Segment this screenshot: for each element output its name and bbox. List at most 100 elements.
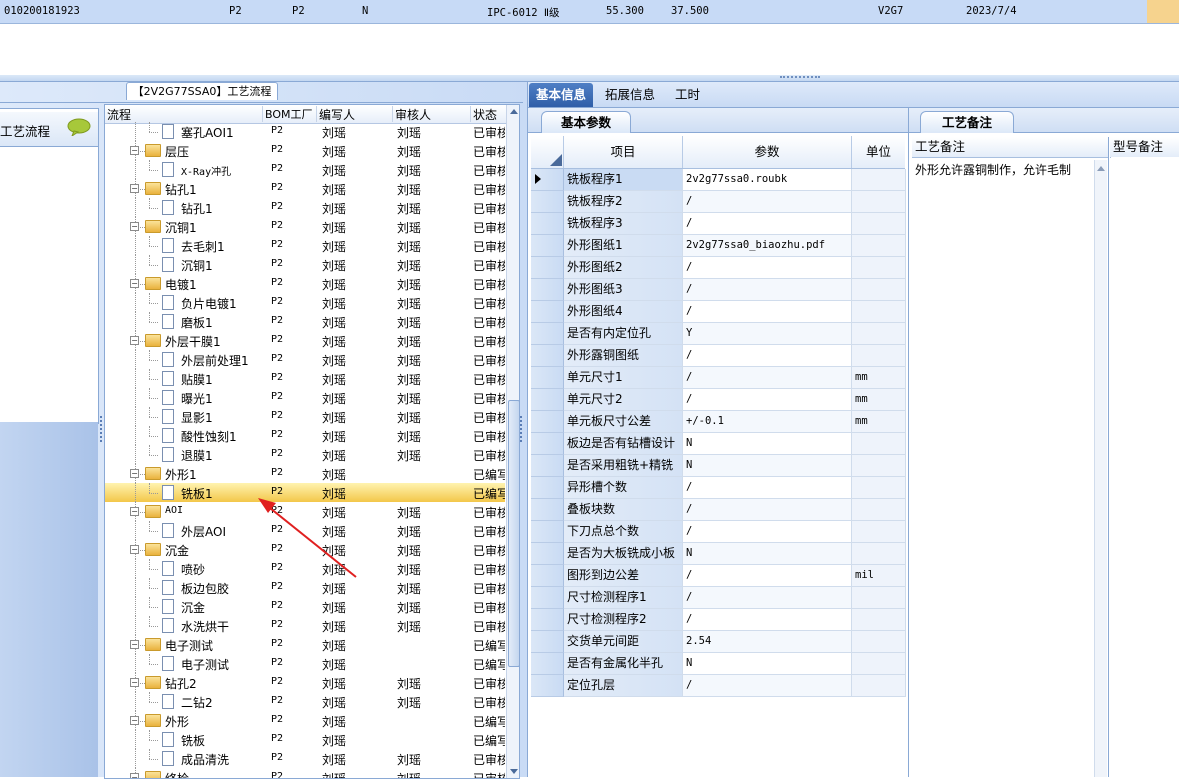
col-model-note-header[interactable]: 型号备注 [1110, 137, 1179, 158]
tree-row[interactable]: 板边包胶 P2 刘瑶 刘瑶 已审核 [105, 578, 505, 597]
param-row[interactable]: 是否有内定位孔 Y [531, 323, 906, 345]
col-item-header[interactable]: 项目 [564, 136, 683, 168]
param-cell-param[interactable]: N [683, 543, 852, 565]
col-param-header[interactable]: 参数 [683, 136, 852, 168]
param-cell-param[interactable]: 2.54 [683, 631, 852, 653]
row-indicator[interactable] [531, 169, 564, 191]
param-row[interactable]: 定位孔层 / [531, 675, 906, 697]
notes-scroll-up-icon[interactable] [1097, 166, 1105, 171]
param-row[interactable]: 异形槽个数 / [531, 477, 906, 499]
row-indicator[interactable] [531, 279, 564, 301]
tree-row[interactable]: X-Ray冲孔 P2 刘瑶 刘瑶 已审核 [105, 160, 505, 179]
param-row[interactable]: 铣板程序3/ [531, 213, 906, 235]
tree-row[interactable]: − 层压 P2 刘瑶 刘瑶 已审核 [105, 141, 505, 160]
param-row[interactable]: 是否有金属化半孔 N [531, 653, 906, 675]
row-indicator[interactable] [531, 235, 564, 257]
row-indicator[interactable] [531, 191, 564, 213]
param-row[interactable]: 单元尺寸2/mm [531, 389, 906, 411]
tab-basic-params[interactable]: 基本参数 [541, 111, 631, 133]
scroll-down-icon[interactable] [510, 769, 518, 774]
row-indicator[interactable] [531, 455, 564, 477]
param-cell-param[interactable]: / [683, 345, 852, 367]
col-bom-header[interactable]: BOM工厂 [263, 106, 317, 122]
row-indicator[interactable] [531, 433, 564, 455]
tree-row[interactable]: 铣板1 P2 刘瑶 已编写 [105, 483, 505, 502]
param-cell-param[interactable]: 2v2g77ssa0.roubk [683, 169, 852, 191]
scroll-up-icon[interactable] [510, 109, 518, 114]
tree-row[interactable]: 铣板 P2 刘瑶 已编写 [105, 730, 505, 749]
tree-row[interactable]: − 钻孔1 P2 刘瑶 刘瑶 已审核 [105, 179, 505, 198]
row-indicator[interactable] [531, 301, 564, 323]
collapse-toggle-icon[interactable]: − [130, 469, 139, 478]
param-cell-param[interactable]: / [683, 675, 852, 697]
param-cell-param[interactable]: / [683, 301, 852, 323]
col-reviewer-header[interactable]: 审核人 [393, 106, 471, 122]
param-row[interactable]: 单元板尺寸公差 +/-0.1 mm [531, 411, 906, 433]
param-row[interactable]: 尺寸检测程序1/ [531, 587, 906, 609]
tab-process-notes[interactable]: 工艺备注 [920, 111, 1014, 133]
tree-row[interactable]: − 沉铜1 P2 刘瑶 刘瑶 已审核 [105, 217, 505, 236]
collapse-toggle-icon[interactable]: − [130, 507, 139, 516]
row-indicator[interactable] [531, 521, 564, 543]
row-indicator[interactable] [531, 345, 564, 367]
param-row[interactable]: 是否为大板铣成小板 N [531, 543, 906, 565]
param-row[interactable]: 尺寸检测程序2/ [531, 609, 906, 631]
row-indicator[interactable] [531, 367, 564, 389]
param-row[interactable]: 外形图纸1 2v2g77ssa0_biaozhu.pdf [531, 235, 906, 257]
tree-row[interactable]: − 外层干膜1 P2 刘瑶 刘瑶 已审核 [105, 331, 505, 350]
tree-row[interactable]: 电子测试 P2 刘瑶 已编写 [105, 654, 505, 673]
tab-basic-info[interactable]: 基本信息 [529, 83, 594, 107]
speech-bubble-icon[interactable] [66, 118, 92, 136]
tree-row[interactable]: − 电子测试 P2 刘瑶 已编写 [105, 635, 505, 654]
param-cell-param[interactable]: / [683, 257, 852, 279]
param-row[interactable]: 下刀点总个数 / [531, 521, 906, 543]
nav-item-process-flow[interactable]: 工艺流程 [0, 121, 50, 140]
tab-work-hours[interactable]: 工时 [668, 83, 707, 107]
collapse-toggle-icon[interactable]: − [130, 146, 139, 155]
collapse-toggle-icon[interactable]: − [130, 336, 139, 345]
param-cell-param[interactable]: / [683, 521, 852, 543]
tree-row[interactable]: − 钻孔2 P2 刘瑶 刘瑶 已审核 [105, 673, 505, 692]
collapse-toggle-icon[interactable]: − [130, 222, 139, 231]
param-cell-param[interactable]: / [683, 191, 852, 213]
param-cell-param[interactable]: N [683, 433, 852, 455]
collapse-toggle-icon[interactable]: − [130, 773, 139, 778]
tree-row[interactable]: 显影1 P2 刘瑶 刘瑶 已审核 [105, 407, 505, 426]
col-unit-header[interactable]: 单位 [852, 136, 905, 168]
tab-extended-info[interactable]: 拓展信息 [598, 83, 662, 107]
param-row[interactable]: 单元尺寸1/mm [531, 367, 906, 389]
param-row[interactable]: 外形图纸4/ [531, 301, 906, 323]
tree-scrollbar[interactable] [506, 105, 519, 778]
collapse-toggle-icon[interactable]: − [130, 716, 139, 725]
row-indicator[interactable] [531, 411, 564, 433]
row-indicator[interactable] [531, 213, 564, 235]
param-cell-param[interactable]: / [683, 565, 852, 587]
tree-scroll-thumb[interactable] [508, 400, 519, 667]
row-indicator[interactable] [531, 257, 564, 279]
row-indicator[interactable] [531, 587, 564, 609]
tree-row[interactable]: 退膜1 P2 刘瑶 刘瑶 已审核 [105, 445, 505, 464]
col-process-note-header[interactable]: 工艺备注 [912, 137, 1108, 158]
row-indicator[interactable] [531, 609, 564, 631]
param-cell-param[interactable]: / [683, 389, 852, 411]
row-indicator[interactable] [531, 543, 564, 565]
collapse-toggle-icon[interactable]: − [130, 678, 139, 687]
col-writer-header[interactable]: 编写人 [317, 106, 393, 122]
param-row[interactable]: 铣板程序2/ [531, 191, 906, 213]
tree-row[interactable]: 水洗烘干 P2 刘瑶 刘瑶 已审核 [105, 616, 505, 635]
col-flow-header[interactable]: 流程 [105, 106, 263, 122]
tree-row[interactable]: − 沉金 P2 刘瑶 刘瑶 已审核 [105, 540, 505, 559]
splitter-grip-icon[interactable] [780, 76, 820, 81]
process-tree[interactable]: 流程 BOM工厂 编写人 审核人 状态 塞孔AOI1P2刘瑶刘瑶已审核−层压P2… [104, 104, 520, 779]
tree-row[interactable]: 钻孔1 P2 刘瑶 刘瑶 已审核 [105, 198, 505, 217]
collapse-toggle-icon[interactable]: − [130, 640, 139, 649]
mid-splitter-grip-icon[interactable] [520, 416, 525, 442]
row-indicator[interactable] [531, 653, 564, 675]
tree-row[interactable]: − 外形 P2 刘瑶 已编写 [105, 711, 505, 730]
tree-row[interactable]: 二钻2 P2 刘瑶 刘瑶 已审核 [105, 692, 505, 711]
collapse-toggle-icon[interactable]: − [130, 279, 139, 288]
param-row[interactable]: 是否采用粗铣+精铣 N [531, 455, 906, 477]
notes-scrollbar[interactable] [1094, 160, 1107, 777]
row-indicator[interactable] [531, 675, 564, 697]
param-row[interactable]: 外形图纸2/ [531, 257, 906, 279]
